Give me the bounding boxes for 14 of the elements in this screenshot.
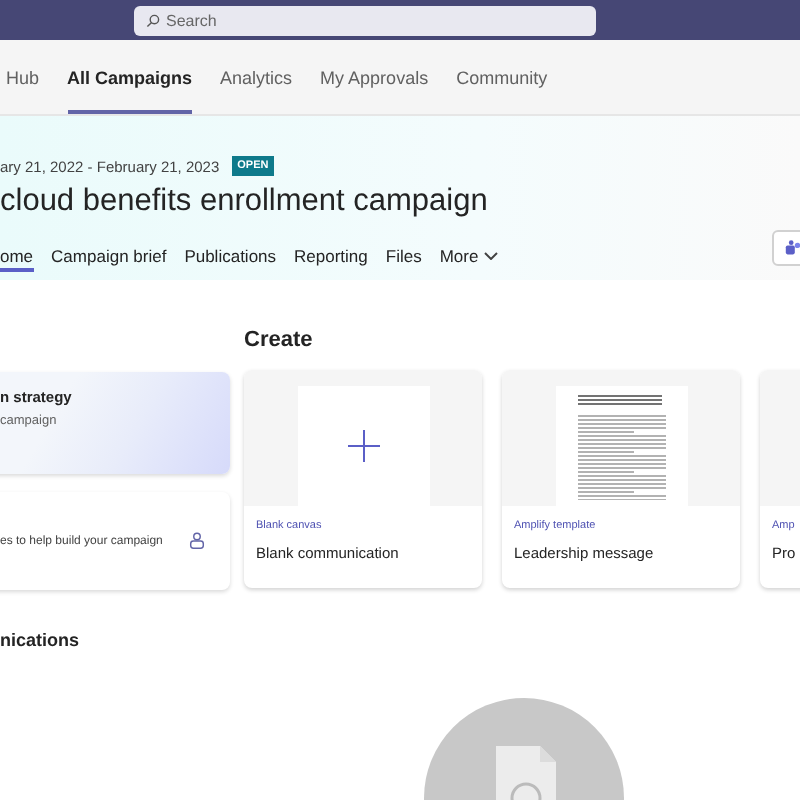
nav-tab[interactable]: Hub	[6, 40, 40, 114]
campaign-tab[interactable]: ome	[0, 238, 34, 272]
campaign-tab[interactable]: Reporting	[294, 238, 368, 272]
nav-tab[interactable]: Analytics	[220, 40, 293, 114]
nav-tab[interactable]: Community	[456, 40, 548, 114]
campaign-tab[interactable]: Files	[385, 238, 422, 272]
search-field[interactable]: Search	[134, 5, 596, 35]
section-heading: Create	[244, 328, 315, 352]
campaign-tab[interactable]: Publications	[184, 238, 277, 272]
campaign-title: cloud benefits enrollment campaign	[0, 184, 490, 220]
campaign-tab[interactable]: Campaign brief	[51, 238, 167, 272]
section-heading: nications	[0, 630, 82, 650]
nav-tab[interactable]: My Approvals	[320, 40, 429, 114]
campaign-tab[interactable]: More	[439, 238, 499, 272]
